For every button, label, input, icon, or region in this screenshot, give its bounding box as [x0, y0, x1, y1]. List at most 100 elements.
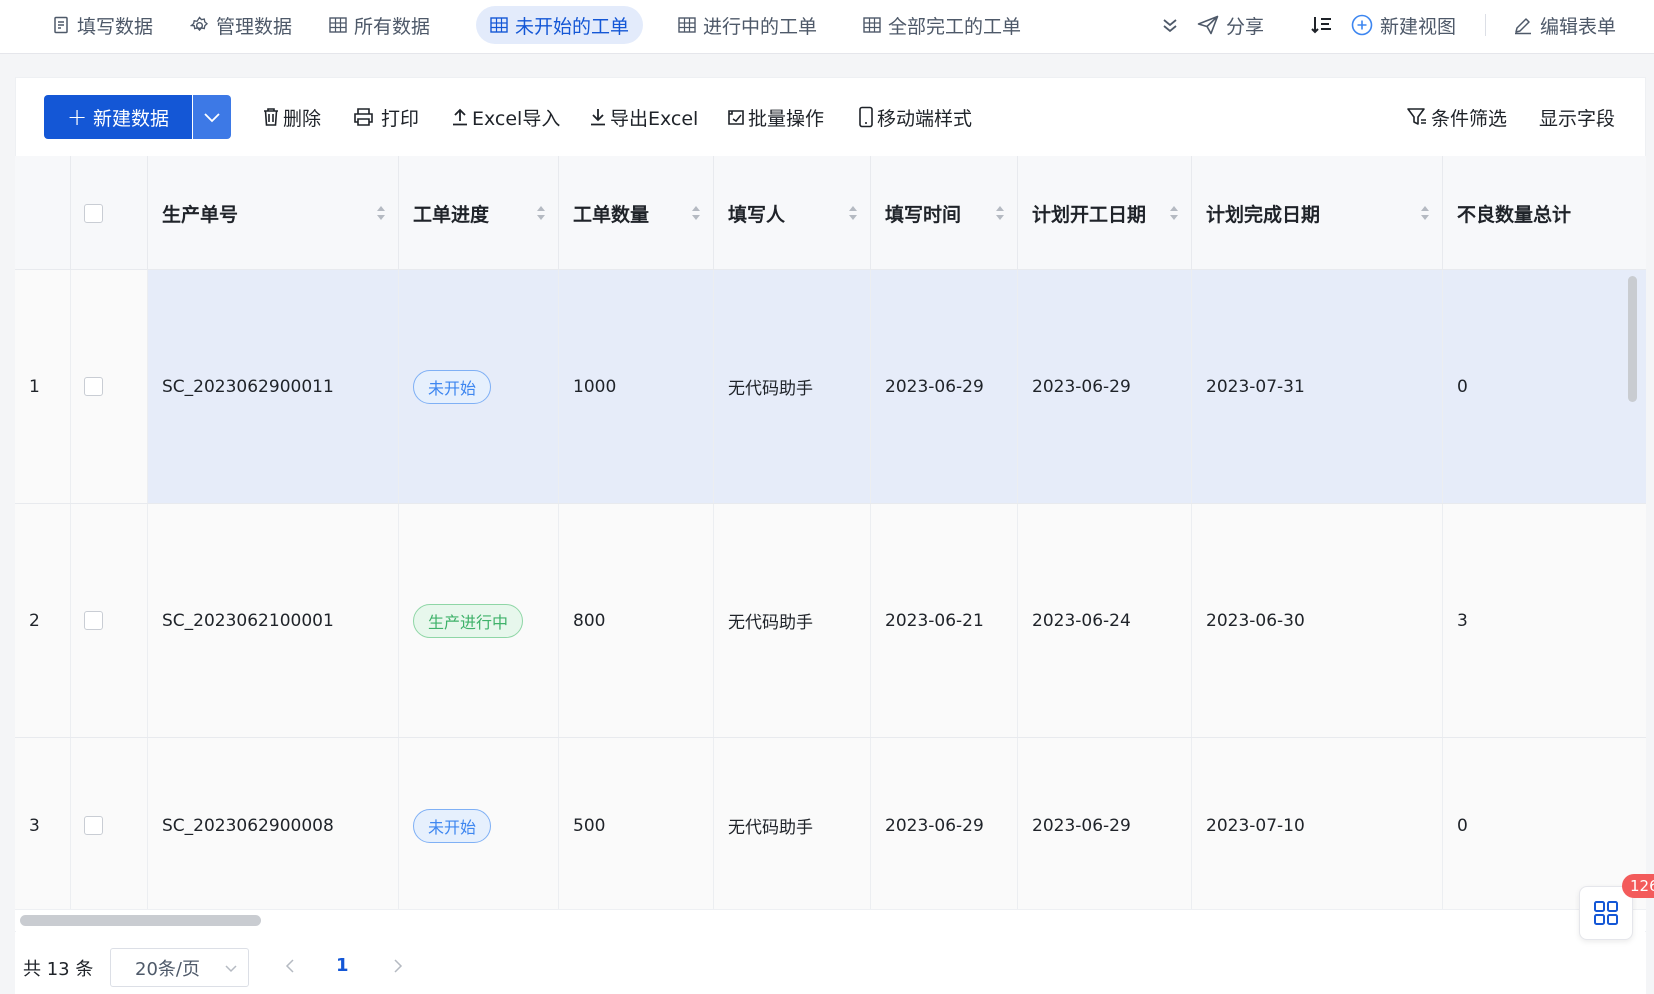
progress-cell[interactable]: 生产进行中	[399, 504, 559, 737]
filter-label: 条件筛选	[1431, 107, 1508, 130]
pagination-bar	[15, 932, 1646, 994]
edit-form-label: 编辑表单	[1540, 15, 1617, 38]
filter-button[interactable]: 条件筛选	[1406, 100, 1507, 134]
sort-icon[interactable]	[376, 204, 386, 222]
new-data-dropdown-button[interactable]	[193, 95, 231, 139]
table-header: 生产单号 工单进度 工单数量 填写人 填写时间 计划开工日期 计划完成日期 不良…	[15, 156, 1646, 270]
fill-time-cell[interactable]: 2023-06-29	[871, 270, 1018, 503]
select-all-checkbox[interactable]	[84, 203, 103, 223]
defects-cell[interactable]: 3	[1443, 504, 1646, 737]
new-view-button[interactable]: 新建视图	[1351, 6, 1456, 44]
more-tabs-button[interactable]	[1160, 6, 1187, 44]
page-size-value: 20条/页	[135, 958, 200, 980]
row-checkbox[interactable]	[84, 816, 103, 835]
plan-end-cell[interactable]: 2023-07-10	[1192, 738, 1443, 911]
tab-label: 所有数据	[354, 15, 431, 38]
table-icon	[490, 17, 508, 33]
progress-cell[interactable]: 未开始	[399, 738, 559, 911]
tab-in-progress-orders[interactable]: 进行中的工单	[664, 6, 831, 44]
order-no-cell[interactable]: SC_2023062900011	[148, 270, 399, 503]
page-size-select[interactable]: 20条/页	[110, 948, 249, 987]
top-tab-bar: 填写数据 管理数据 所有数据 未开始的工单 进行中的工单 全部完工的工单 分享 …	[0, 0, 1654, 54]
table-row[interactable]: 1 SC_2023062900011 未开始 1000 无代码助手 2023-0…	[15, 270, 1646, 504]
tab-label: 管理数据	[216, 15, 293, 38]
print-label: 打印	[381, 107, 420, 130]
share-button[interactable]: 分享	[1197, 6, 1264, 44]
fill-time-cell[interactable]: 2023-06-29	[871, 738, 1018, 911]
printer-icon	[354, 108, 373, 126]
sort-icon[interactable]	[995, 204, 1005, 222]
row-checkbox[interactable]	[84, 377, 103, 396]
header-select-all	[71, 156, 148, 270]
sort-icon[interactable]	[1420, 204, 1430, 222]
header-author[interactable]: 填写人	[714, 156, 871, 270]
prev-page-button[interactable]	[284, 958, 296, 979]
tab-fill-data[interactable]: 填写数据	[38, 6, 167, 44]
quantity-cell[interactable]: 500	[559, 738, 714, 911]
tab-not-started-orders[interactable]: 未开始的工单	[476, 6, 644, 44]
defects-cell[interactable]: 0	[1443, 270, 1646, 503]
column-label: 生产单号	[162, 203, 239, 226]
gear-icon	[190, 15, 209, 31]
table-icon	[329, 17, 347, 33]
sort-icon[interactable]	[848, 204, 858, 222]
tab-all-data[interactable]: 所有数据	[315, 6, 444, 44]
row-checkbox[interactable]	[84, 611, 103, 630]
vertical-scrollbar[interactable]	[1628, 276, 1637, 402]
sort-icon[interactable]	[1169, 204, 1179, 222]
quantity-cell[interactable]: 800	[559, 504, 714, 737]
next-page-button[interactable]	[392, 958, 404, 979]
author-cell[interactable]: 无代码助手	[714, 270, 871, 503]
header-plan-end[interactable]: 计划完成日期	[1192, 156, 1443, 270]
display-fields-button[interactable]: 显示字段	[1539, 100, 1615, 134]
sort-icon[interactable]	[536, 204, 546, 222]
batch-operation-button[interactable]: 批量操作	[727, 100, 824, 134]
header-defects[interactable]: 不良数量总计	[1443, 156, 1646, 270]
filter-icon	[1407, 108, 1426, 125]
sort-view-button[interactable]	[1311, 6, 1340, 44]
print-button[interactable]: 打印	[353, 100, 419, 134]
page-number-current[interactable]: 1	[336, 955, 349, 976]
mobile-phone-icon	[859, 106, 873, 128]
tab-manage-data[interactable]: 管理数据	[176, 6, 306, 44]
sort-list-icon	[1311, 17, 1331, 34]
tab-completed-orders[interactable]: 全部完工的工单	[849, 6, 1035, 44]
delete-button[interactable]: 删除	[262, 100, 321, 134]
plan-start-cell[interactable]: 2023-06-24	[1018, 504, 1192, 737]
order-no-cell[interactable]: SC_2023062100001	[148, 504, 399, 737]
chevron-right-icon	[394, 959, 403, 973]
quantity-cell[interactable]: 1000	[559, 270, 714, 503]
export-excel-button[interactable]: 导出Excel	[589, 100, 698, 134]
excel-import-label: Excel导入	[472, 107, 561, 130]
author-cell[interactable]: 无代码助手	[714, 504, 871, 737]
edit-form-button[interactable]: 编辑表单	[1513, 6, 1616, 44]
plan-start-cell[interactable]: 2023-06-29	[1018, 738, 1192, 911]
horizontal-scrollbar[interactable]	[20, 915, 261, 926]
fill-time-cell[interactable]: 2023-06-21	[871, 504, 1018, 737]
plan-start-cell[interactable]: 2023-06-29	[1018, 270, 1192, 503]
author-cell[interactable]: 无代码助手	[714, 738, 871, 911]
chevron-left-icon	[285, 959, 294, 973]
order-no-cell[interactable]: SC_2023062900008	[148, 738, 399, 911]
column-label: 填写时间	[885, 203, 962, 226]
sort-icon[interactable]	[691, 204, 701, 222]
column-label: 工单数量	[573, 203, 650, 226]
progress-cell[interactable]: 未开始	[399, 270, 559, 503]
plus-icon: +	[66, 103, 88, 131]
trash-icon	[264, 108, 278, 126]
new-data-button[interactable]: + 新建数据	[44, 95, 192, 139]
header-fill-time[interactable]: 填写时间	[871, 156, 1018, 270]
excel-import-button[interactable]: Excel导入	[451, 100, 560, 134]
header-quantity[interactable]: 工单数量	[559, 156, 714, 270]
table-row[interactable]: 2 SC_2023062100001 生产进行中 800 无代码助手 2023-…	[15, 504, 1646, 738]
plan-end-cell[interactable]: 2023-06-30	[1192, 504, 1443, 737]
table-row[interactable]: 3 SC_2023062900008 未开始 500 无代码助手 2023-06…	[15, 738, 1646, 911]
plan-end-cell[interactable]: 2023-07-31	[1192, 270, 1443, 503]
header-plan-start[interactable]: 计划开工日期	[1018, 156, 1192, 270]
header-progress[interactable]: 工单进度	[399, 156, 559, 270]
upload-icon	[453, 108, 467, 126]
form-icon	[54, 16, 68, 34]
mobile-style-label: 移动端样式	[877, 107, 973, 130]
header-order-no[interactable]: 生产单号	[148, 156, 399, 270]
mobile-style-button[interactable]: 移动端样式	[858, 100, 972, 134]
